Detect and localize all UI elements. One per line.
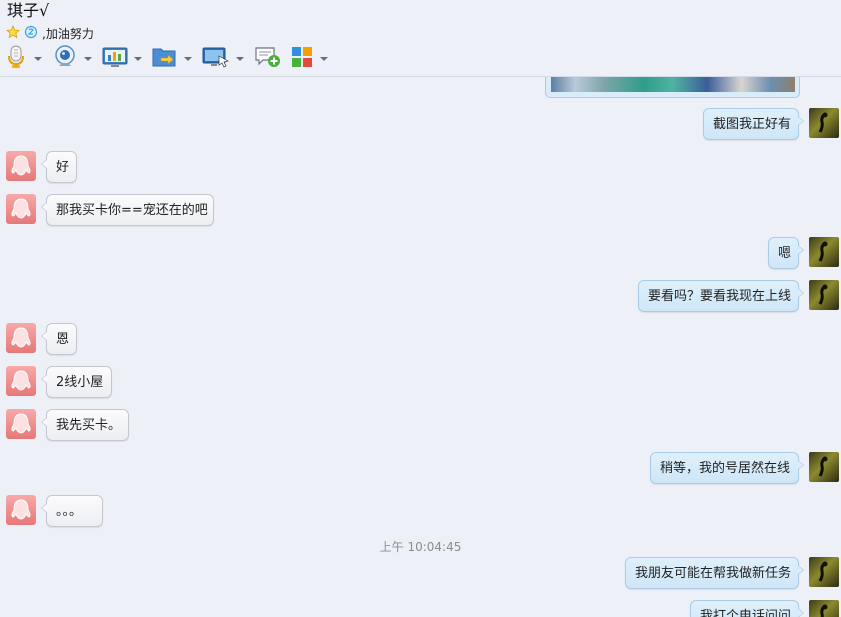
chevron-down-icon[interactable] <box>134 57 142 61</box>
avatar[interactable] <box>809 108 839 138</box>
avatar[interactable] <box>6 409 36 439</box>
message-bubble[interactable]: 要看吗？要看我现在上线 <box>638 280 804 312</box>
avatar[interactable] <box>809 452 839 482</box>
chat-message: 2线小屋 <box>0 366 841 400</box>
message-bubble[interactable]: 那我买卡你==宠还在的吧 <box>41 194 214 226</box>
avatar[interactable] <box>6 151 36 181</box>
message-bubble[interactable]: 稍等，我的号居然在线 <box>650 452 804 484</box>
qzone-icon[interactable] <box>24 24 38 43</box>
chat-message: 。。。 <box>0 495 841 529</box>
avatar[interactable] <box>6 495 36 525</box>
star-icon[interactable] <box>6 24 20 43</box>
chevron-down-icon[interactable] <box>320 57 328 61</box>
message-timestamp: 上午 10:04:45 <box>379 540 462 554</box>
chart-board-icon <box>102 46 128 72</box>
contact-name[interactable]: 琪子√ <box>7 1 49 21</box>
chat-message: 我打个电话问问 <box>0 600 841 617</box>
new-discussion-button[interactable] <box>254 45 282 73</box>
message-bubble[interactable]: 。。。 <box>41 495 103 527</box>
video-call-button[interactable] <box>52 45 94 73</box>
chat-message: 恩 <box>0 323 841 357</box>
message-bubble[interactable]: 我打个电话问问 <box>690 600 804 617</box>
screenshot-image[interactable] <box>551 77 795 92</box>
chat-add-icon <box>254 45 282 73</box>
voice-call-button[interactable] <box>4 45 44 73</box>
chevron-down-icon[interactable] <box>34 57 42 61</box>
chat-message: 我朋友可能在帮我做新任务 <box>0 557 841 591</box>
apps-grid-icon <box>290 45 314 73</box>
chat-message: 截图我正好有 <box>0 108 841 142</box>
send-file-button[interactable] <box>152 45 194 73</box>
chat-message: 我先买卡。 <box>0 409 841 443</box>
image-message[interactable] <box>545 77 800 98</box>
chat-message: 要看吗？要看我现在上线 <box>0 280 841 314</box>
avatar[interactable] <box>6 366 36 396</box>
chat-message: 稍等，我的号居然在线 <box>0 452 841 486</box>
webcam-icon <box>52 44 78 74</box>
status-text: ,加油努力 <box>42 26 94 41</box>
avatar[interactable] <box>6 194 36 224</box>
apps-button[interactable] <box>290 45 330 73</box>
message-bubble[interactable]: 恩 <box>41 323 77 355</box>
avatar[interactable] <box>809 237 839 267</box>
chat-header: 琪子√ ,加油努力 <box>0 0 841 77</box>
message-bubble[interactable]: 截图我正好有 <box>703 108 804 140</box>
chat-message: 那我买卡你==宠还在的吧 <box>0 194 841 228</box>
remote-desktop-button[interactable] <box>202 45 246 73</box>
folder-send-icon <box>152 46 178 72</box>
chat-history[interactable]: 截图我正好有 好 那我买卡你==宠还在的吧 嗯 要看吗？要看我现在上线 恩 2线… <box>0 77 841 617</box>
avatar[interactable] <box>809 600 839 617</box>
avatar[interactable] <box>809 280 839 310</box>
chevron-down-icon[interactable] <box>84 57 92 61</box>
message-bubble[interactable]: 我先买卡。 <box>41 409 129 441</box>
status-row: ,加油努力 <box>6 24 94 43</box>
toolbar <box>4 44 338 74</box>
chevron-down-icon[interactable] <box>236 57 244 61</box>
message-bubble[interactable]: 嗯 <box>768 237 804 269</box>
monitor-icon <box>202 46 230 72</box>
message-bubble[interactable]: 我朋友可能在帮我做新任务 <box>625 557 804 589</box>
message-bubble[interactable]: 2线小屋 <box>41 366 112 398</box>
avatar[interactable] <box>6 323 36 353</box>
app-board-button[interactable] <box>102 45 144 73</box>
microphone-icon <box>4 44 28 74</box>
message-bubble[interactable]: 好 <box>41 151 77 183</box>
chevron-down-icon[interactable] <box>184 57 192 61</box>
chat-message: 好 <box>0 151 841 185</box>
chat-message: 嗯 <box>0 237 841 271</box>
avatar[interactable] <box>809 557 839 587</box>
